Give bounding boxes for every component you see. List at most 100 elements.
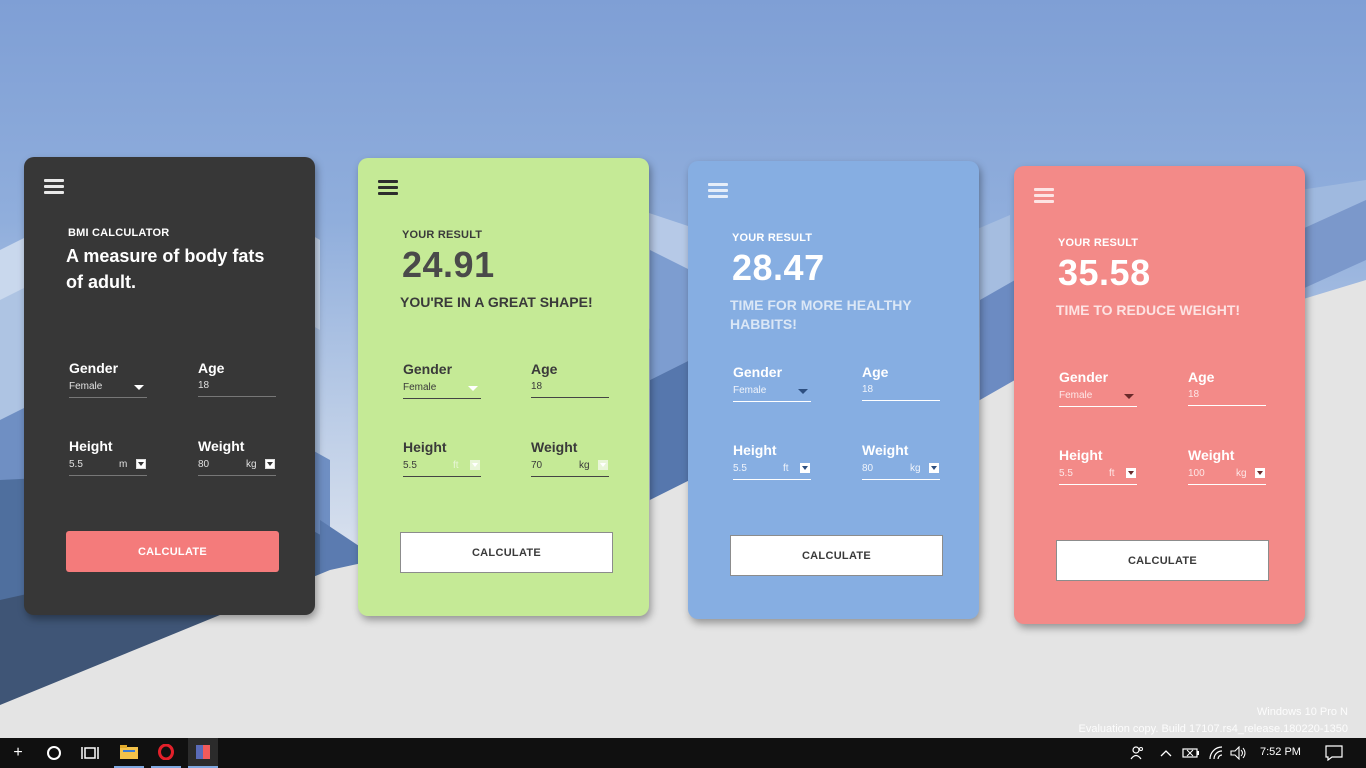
- age-value: 18: [198, 380, 210, 391]
- unit-dropdown-icon[interactable]: [136, 459, 146, 469]
- height-value: 5.5: [69, 459, 83, 470]
- result-message: TIME TO REDUCE WEIGHT!: [1056, 302, 1241, 318]
- age-value: 18: [862, 384, 874, 395]
- weight-label: Weight: [198, 438, 245, 454]
- height-unit: m: [119, 459, 128, 470]
- hamburger-menu-icon[interactable]: [378, 180, 398, 195]
- height-label: Height: [69, 438, 113, 454]
- age-input[interactable]: 18: [1188, 386, 1266, 406]
- result-card-normal: YOUR RESULT 24.91 YOU'RE IN A GREAT SHAP…: [358, 158, 649, 616]
- weight-label: Weight: [531, 439, 578, 455]
- file-explorer-icon[interactable]: [114, 738, 144, 768]
- gender-label: Gender: [1059, 369, 1109, 385]
- result-label: YOUR RESULT: [402, 229, 483, 241]
- clock[interactable]: 7:52 PM: [1260, 746, 1301, 758]
- gender-label: Gender: [69, 360, 119, 376]
- people-icon[interactable]: [1126, 738, 1148, 768]
- volume-icon[interactable]: [1228, 738, 1250, 768]
- age-input[interactable]: 18: [198, 377, 276, 397]
- unit-dropdown-icon[interactable]: [929, 463, 939, 473]
- opera-icon[interactable]: [151, 738, 181, 768]
- weight-unit: kg: [579, 460, 590, 471]
- age-label: Age: [198, 360, 225, 376]
- weight-input[interactable]: 100 kg: [1188, 465, 1266, 485]
- bmi-value: 28.47: [732, 247, 825, 288]
- build-watermark: Evaluation copy. Build 17107.rs4_release…: [1078, 723, 1349, 735]
- action-center-icon[interactable]: [1322, 738, 1346, 768]
- calculate-button[interactable]: CALCULATE: [400, 532, 613, 573]
- hamburger-menu-icon[interactable]: [44, 179, 64, 194]
- height-input[interactable]: 5.5 ft: [733, 460, 811, 480]
- cortana-icon[interactable]: [42, 738, 66, 768]
- age-input[interactable]: 18: [862, 381, 940, 401]
- unit-dropdown-icon[interactable]: [598, 460, 608, 470]
- height-value: 5.5: [403, 460, 417, 471]
- height-input[interactable]: 5.5 m: [69, 456, 147, 476]
- result-label: YOUR RESULT: [732, 232, 813, 244]
- height-unit: ft: [1109, 468, 1115, 479]
- weight-input[interactable]: 70 kg: [531, 457, 609, 477]
- card-title: A measure of body fats of adult.: [66, 246, 265, 292]
- gender-label: Gender: [403, 361, 453, 377]
- unit-dropdown-icon[interactable]: [1126, 468, 1136, 478]
- height-value: 5.5: [1059, 468, 1073, 479]
- gender-select[interactable]: Female: [69, 378, 147, 398]
- height-input[interactable]: 5.5 ft: [403, 457, 481, 477]
- wifi-icon[interactable]: [1206, 738, 1228, 768]
- result-message: TIME FOR MORE HEALTHY HABBITS!: [730, 297, 912, 332]
- gender-value: Female: [403, 382, 437, 393]
- gender-label: Gender: [733, 364, 783, 380]
- gender-select[interactable]: Female: [733, 382, 811, 402]
- weight-label: Weight: [862, 442, 909, 458]
- unit-dropdown-icon[interactable]: [1255, 468, 1265, 478]
- weight-value: 80: [862, 463, 874, 474]
- windows-edition-watermark: Windows 10 Pro N: [1256, 706, 1348, 718]
- weight-input[interactable]: 80 kg: [198, 456, 276, 476]
- age-label: Age: [531, 361, 558, 377]
- hamburger-menu-icon[interactable]: [1034, 188, 1054, 203]
- task-view-icon[interactable]: [78, 738, 102, 768]
- weight-unit: kg: [246, 459, 257, 470]
- weight-input[interactable]: 80 kg: [862, 460, 940, 480]
- bmi-value: 35.58: [1058, 252, 1151, 293]
- weight-value: 70: [531, 460, 543, 471]
- gender-select[interactable]: Female: [403, 379, 481, 399]
- calculate-button[interactable]: CALCULATE: [66, 531, 279, 572]
- chevron-down-icon: [134, 385, 144, 390]
- chevron-down-icon: [798, 389, 808, 394]
- result-label: YOUR RESULT: [1058, 237, 1139, 249]
- gender-select[interactable]: Female: [1059, 387, 1137, 407]
- hamburger-menu-icon[interactable]: [708, 183, 728, 198]
- result-message: YOU'RE IN A GREAT SHAPE!: [400, 294, 593, 310]
- height-unit: ft: [453, 460, 459, 471]
- app-icon[interactable]: [188, 738, 218, 768]
- chevron-down-icon: [468, 386, 478, 391]
- result-card-obese: YOUR RESULT 35.58 TIME TO REDUCE WEIGHT!…: [1014, 166, 1305, 624]
- calculate-button[interactable]: CALCULATE: [1056, 540, 1269, 581]
- height-label: Height: [733, 442, 777, 458]
- battery-icon[interactable]: [1180, 738, 1202, 768]
- gender-value: Female: [1059, 390, 1093, 401]
- gender-value: Female: [733, 385, 767, 396]
- result-card-overweight: YOUR RESULT 28.47 TIME FOR MORE HEALTHY …: [688, 161, 979, 619]
- age-input[interactable]: 18: [531, 378, 609, 398]
- height-value: 5.5: [733, 463, 747, 474]
- weight-unit: kg: [1236, 468, 1247, 479]
- weight-label: Weight: [1188, 447, 1235, 463]
- weight-value: 100: [1188, 468, 1205, 479]
- card-subtitle: BMI CALCULATOR: [68, 227, 170, 239]
- age-value: 18: [1188, 389, 1200, 400]
- height-label: Height: [1059, 447, 1103, 463]
- weight-value: 80: [198, 459, 210, 470]
- unit-dropdown-icon[interactable]: [265, 459, 275, 469]
- unit-dropdown-icon[interactable]: [470, 460, 480, 470]
- age-label: Age: [862, 364, 889, 380]
- chevron-up-icon[interactable]: [1156, 738, 1176, 768]
- plus-icon[interactable]: +: [6, 738, 30, 768]
- bmi-value: 24.91: [402, 244, 495, 285]
- height-input[interactable]: 5.5 ft: [1059, 465, 1137, 485]
- taskbar: + 7:52 PM: [0, 738, 1366, 768]
- unit-dropdown-icon[interactable]: [800, 463, 810, 473]
- calculate-button[interactable]: CALCULATE: [730, 535, 943, 576]
- bmi-calculator-card: BMI CALCULATOR A measure of body fats of…: [24, 157, 315, 615]
